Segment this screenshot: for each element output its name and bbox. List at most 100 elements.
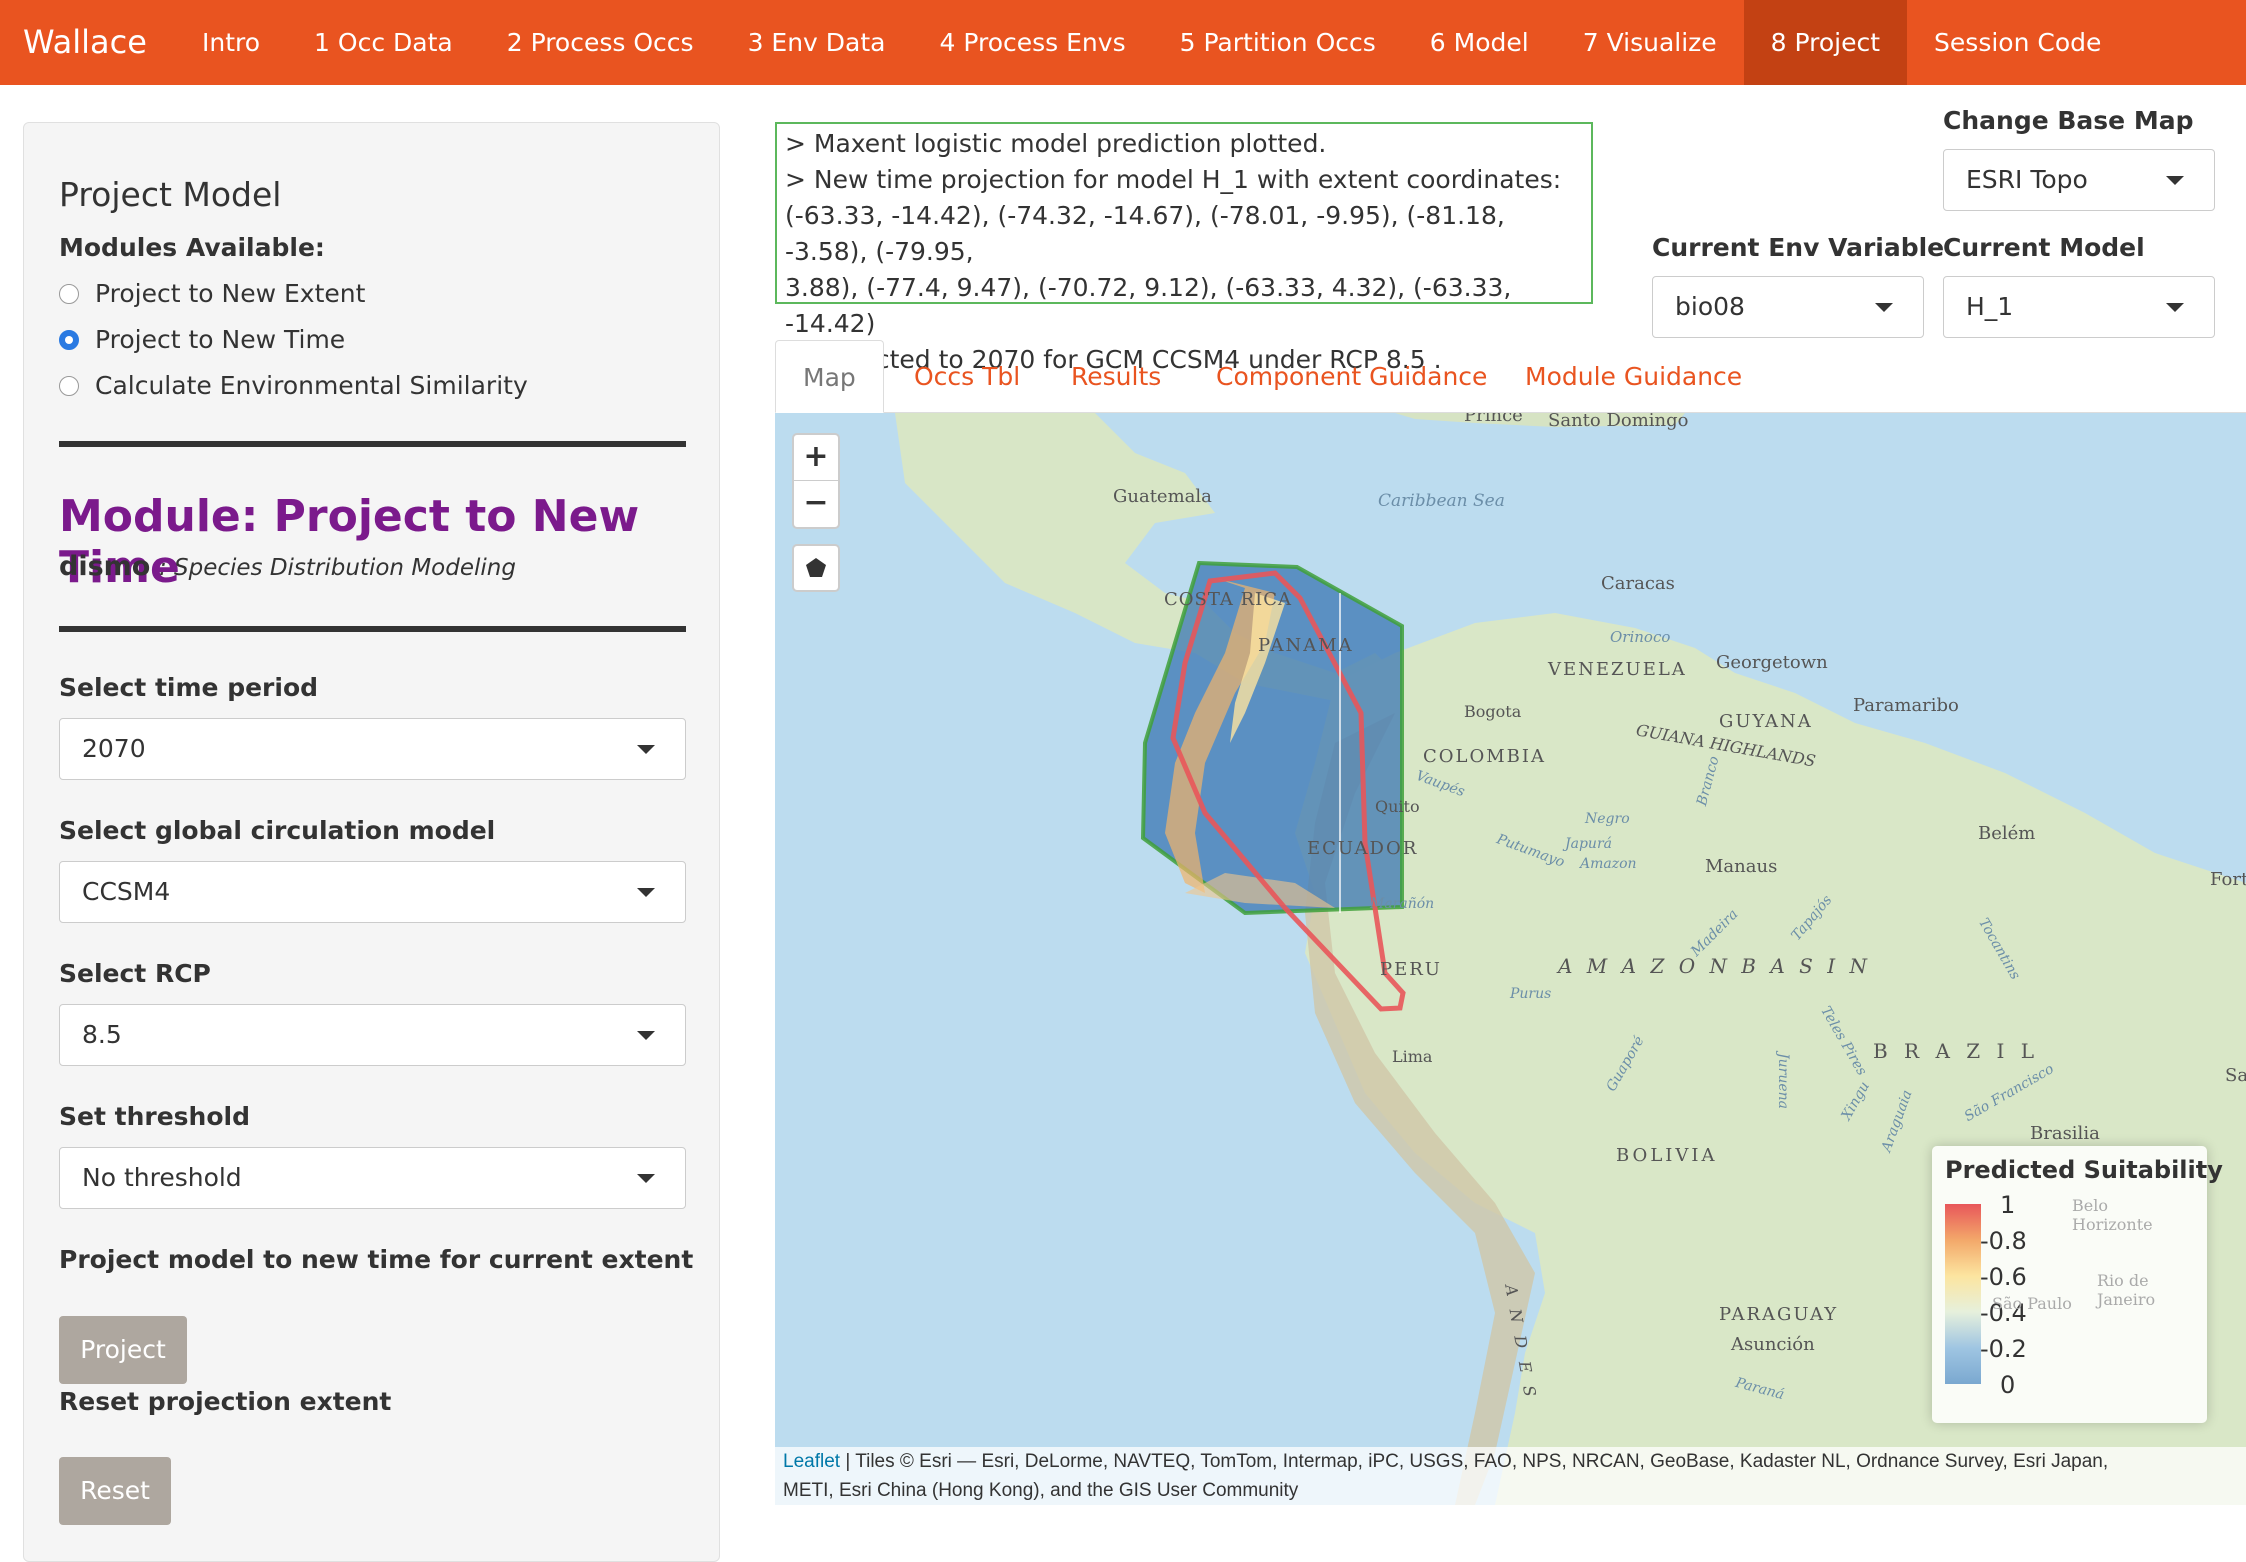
map-label-orinoco: Orinoco xyxy=(1610,628,1671,646)
log-line: > Maxent logistic model prediction plott… xyxy=(785,129,1327,158)
map-label-fort: Fort xyxy=(2210,869,2246,890)
map-label-juruena: Juruena xyxy=(1775,1053,1791,1109)
legend-tick: 0 xyxy=(2000,1371,2016,1399)
map-label-manaus: Manaus xyxy=(1705,856,1778,877)
rcp-select[interactable]: 8.5 xyxy=(59,1004,686,1066)
zoom-control: + − xyxy=(792,433,840,529)
nav-env-data[interactable]: 3 Env Data xyxy=(721,0,913,85)
module-option-env-similarity[interactable]: Calculate Environmental Similarity xyxy=(59,371,528,400)
nav-process-occs[interactable]: 2 Process Occs xyxy=(480,0,721,85)
zoom-out-button[interactable]: − xyxy=(794,481,838,527)
tab-component-guidance[interactable]: Component Guidance xyxy=(1216,340,1487,413)
current-model-select[interactable]: H_1 xyxy=(1943,276,2215,338)
module-option-new-time[interactable]: Project to New Time xyxy=(59,325,345,354)
map-legend: Predicted Suitability 1 -0.8 -0.6 -0.4 -… xyxy=(1932,1146,2223,1423)
nav-project[interactable]: 8 Project xyxy=(1743,0,1908,85)
map-label-santo-domingo: Santo Domingo xyxy=(1548,413,1689,431)
legend-color-ramp xyxy=(1945,1204,1981,1384)
map-label-maranon: Marañón xyxy=(1370,896,1435,912)
map-label-negro: Negro xyxy=(1585,811,1630,827)
gcm-select[interactable]: CCSM4 xyxy=(59,861,686,923)
nav-session-code[interactable]: Session Code xyxy=(1907,0,2128,85)
basemap-select[interactable]: ESRI Topo xyxy=(1943,149,2215,211)
legend-tick: 1 xyxy=(2000,1191,2016,1219)
map-label-ecuador: ECUADOR xyxy=(1307,838,1419,859)
radio-button[interactable] xyxy=(59,283,79,304)
map-label-japura: Japurá xyxy=(1565,836,1612,852)
map-label-panama: PANAMA xyxy=(1258,635,1354,656)
module-option-label: Project to New Time xyxy=(95,325,346,354)
attribution-line: Leaflet | Tiles © Esri — Esri, DeLorme, … xyxy=(783,1447,2246,1476)
nav-process-envs[interactable]: 4 Process Envs xyxy=(913,0,1153,85)
radio-button[interactable] xyxy=(59,375,79,396)
nav-occ-data[interactable]: 1 Occ Data xyxy=(287,0,480,85)
module-option-new-extent[interactable]: Project to New Extent xyxy=(59,279,365,308)
basemap-value: ESRI Topo xyxy=(1966,165,2088,194)
log-line: > New time projection for model H_1 with… xyxy=(785,165,1562,194)
tab-results[interactable]: Results xyxy=(1071,340,1161,413)
chevron-down-icon xyxy=(2166,176,2184,185)
map-label-bolivia: BOLIVIA xyxy=(1616,1145,1718,1166)
map-label-amazon-basin: A M A Z O N B A S I N xyxy=(1558,954,1871,978)
nav-intro[interactable]: Intro xyxy=(175,0,287,85)
zoom-in-button[interactable]: + xyxy=(794,435,838,481)
threshold-select[interactable]: No threshold xyxy=(59,1147,686,1209)
package-name: dismo xyxy=(59,551,151,582)
chevron-down-icon xyxy=(637,745,655,754)
legend-tick: -0.2 xyxy=(1980,1335,2027,1363)
radio-button-checked[interactable] xyxy=(59,329,79,350)
map-label-caribbean-sea: Caribbean Sea xyxy=(1378,491,1505,511)
polygon-icon xyxy=(806,558,826,577)
divider xyxy=(59,441,686,447)
map-label-guatemala: Guatemala xyxy=(1113,486,1212,507)
basemap-label: Change Base Map xyxy=(1943,106,2194,135)
tab-module-guidance[interactable]: Module Guidance xyxy=(1525,340,1742,413)
attribution-text: | Tiles © Esri — Esri, DeLorme, NAVTEQ, … xyxy=(840,1451,2109,1472)
map-attribution: Leaflet | Tiles © Esri — Esri, DeLorme, … xyxy=(775,1447,2246,1505)
map-label-lima: Lima xyxy=(1392,1047,1433,1066)
log-window: > Maxent logistic model prediction plott… xyxy=(775,122,1593,374)
current-model-label: Current Model xyxy=(1943,233,2145,262)
nav-model[interactable]: 6 Model xyxy=(1403,0,1556,85)
map-label-georgetown: Georgetown xyxy=(1716,652,1828,673)
map-label-costa-rica: COSTA RICA xyxy=(1164,589,1293,610)
log-line: (-63.33, -14.42), (-74.32, -14.67), (-78… xyxy=(785,201,1505,266)
panel-title: Project Model xyxy=(59,175,282,214)
nav-visualize[interactable]: 7 Visualize xyxy=(1556,0,1744,85)
env-variable-label: Current Env Variable xyxy=(1652,233,1945,262)
app-brand[interactable]: Wallace xyxy=(0,0,175,85)
leaflet-link[interactable]: Leaflet xyxy=(783,1451,840,1472)
env-variable-value: bio08 xyxy=(1675,292,1745,321)
rcp-value: 8.5 xyxy=(82,1020,122,1049)
map-label-prince: Prince xyxy=(1464,413,1523,426)
gcm-value: CCSM4 xyxy=(82,877,171,906)
reset-button[interactable]: Reset xyxy=(59,1457,171,1525)
threshold-label: Set threshold xyxy=(59,1102,250,1131)
map-label-bogota: Bogota xyxy=(1464,702,1522,721)
log-line: 3.88), (-77.4, 9.47), (-70.72, 9.12), (-… xyxy=(785,273,1512,338)
map-label-brasilia: Brasilia xyxy=(2030,1123,2100,1144)
legend-title: Predicted Suitability xyxy=(1945,1156,2223,1184)
draw-polygon-button[interactable] xyxy=(792,544,840,592)
map-label-belo-horizonte: Belo Horizonte xyxy=(2072,1196,2153,1234)
chevron-down-icon xyxy=(637,888,655,897)
map-view[interactable]: Prince Santo Domingo Guatemala Caribbean… xyxy=(775,413,2246,1505)
module-option-label: Project to New Extent xyxy=(95,279,366,308)
map-label-venezuela: VENEZUELA xyxy=(1548,659,1687,680)
module-package: dismo : Species Distribution Modeling xyxy=(59,551,516,582)
project-instructions: Project model to new time for current ex… xyxy=(59,1245,694,1274)
tab-map[interactable]: Map xyxy=(775,340,884,413)
map-label-guyana: GUYANA xyxy=(1719,711,1813,732)
time-period-value: 2070 xyxy=(82,734,146,763)
env-variable-select[interactable]: bio08 xyxy=(1652,276,1924,338)
chevron-down-icon xyxy=(637,1031,655,1040)
time-period-select[interactable]: 2070 xyxy=(59,718,686,780)
legend-tick: -0.6 xyxy=(1980,1263,2027,1291)
nav-partition-occs[interactable]: 5 Partition Occs xyxy=(1153,0,1403,85)
project-button[interactable]: Project xyxy=(59,1316,187,1384)
map-label-belem: Belém xyxy=(1978,823,2036,844)
attribution-line: METI, Esri China (Hong Kong), and the GI… xyxy=(783,1480,1299,1501)
rcp-label: Select RCP xyxy=(59,959,211,988)
tab-occs-tbl[interactable]: Occs Tbl xyxy=(914,340,1020,413)
map-label-rio-de-janeiro: Rio de Janeiro xyxy=(2097,1271,2156,1309)
